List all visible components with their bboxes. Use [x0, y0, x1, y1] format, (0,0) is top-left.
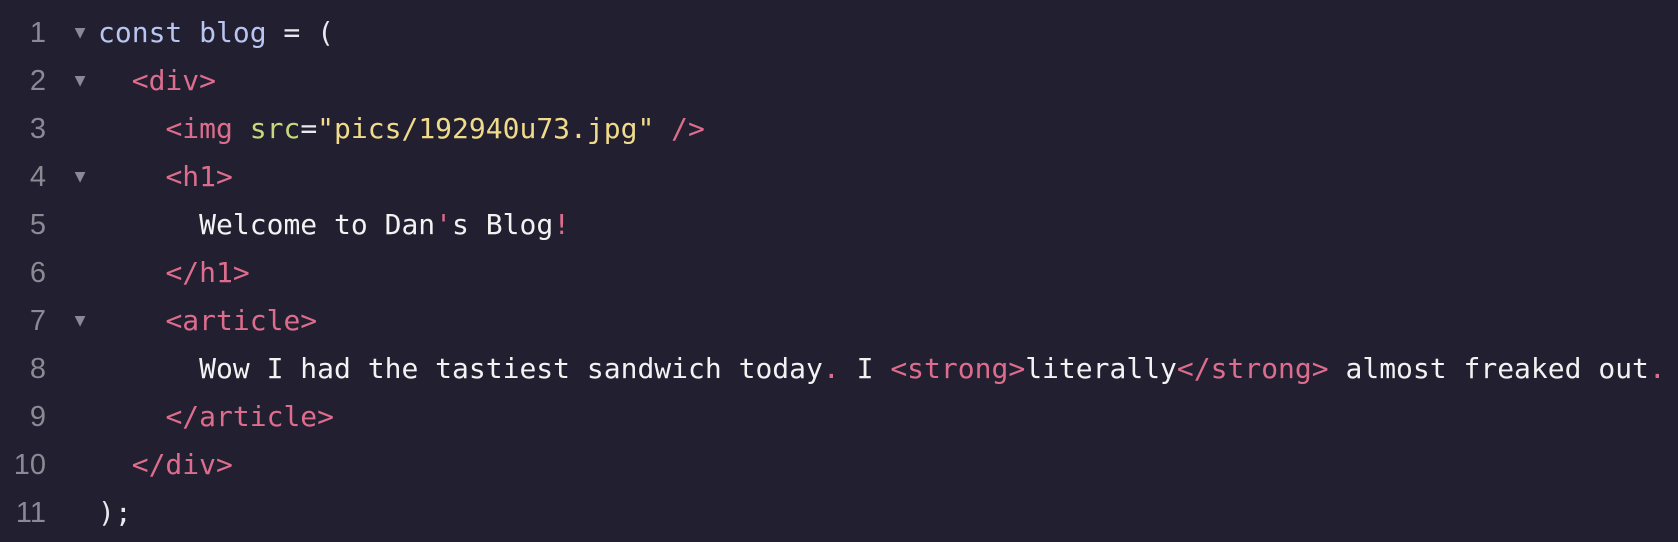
- code-content: Wow I had the tastiest sandwich today. I…: [98, 345, 1666, 393]
- code-token: Wow I had the tastiest sandwich today: [199, 352, 823, 385]
- fold-triangle-down-icon[interactable]: ▼: [72, 9, 88, 57]
- code-token: .: [1648, 352, 1666, 385]
- code-content: Welcome to Dan's Blog!: [98, 201, 570, 249]
- code-line[interactable]: 10 </div>: [0, 441, 1678, 489]
- code-token: <article>: [165, 304, 318, 337]
- line-number: 3: [29, 113, 46, 145]
- code-line[interactable]: 6 </h1>: [0, 249, 1678, 297]
- code-line[interactable]: 11);: [0, 489, 1678, 537]
- line-number: 4: [29, 161, 46, 193]
- code-line[interactable]: 7 ▼ <article>: [0, 297, 1678, 345]
- code-content: <img src="pics/192940u73.jpg" />: [98, 105, 705, 153]
- line-number: 2: [29, 65, 46, 97]
- line-number: 1: [29, 17, 46, 49]
- code-token: .: [822, 352, 840, 385]
- code-content: </article>: [98, 393, 334, 441]
- code-token: <h1>: [165, 160, 233, 193]
- line-number: 8: [29, 353, 46, 385]
- fold-triangle-down-icon[interactable]: ▼: [72, 297, 88, 345]
- code-content: );: [98, 489, 132, 537]
- code-line[interactable]: 9 </article>: [0, 393, 1678, 441]
- code-token: almost freaked out: [1328, 352, 1649, 385]
- code-token: I: [839, 352, 891, 385]
- code-token: "pics/192940u73.jpg": [317, 112, 655, 145]
- fold-triangle-down-icon[interactable]: ▼: [72, 153, 88, 201]
- code-token: </article>: [165, 400, 335, 433]
- code-token: </h1>: [165, 256, 250, 289]
- code-token: s Blog: [452, 208, 554, 241]
- line-number: 7: [29, 305, 46, 337]
- line-number: 10: [13, 449, 46, 481]
- code-content: <h1>: [98, 153, 233, 201]
- code-token: </div>: [131, 448, 233, 481]
- code-token: />: [654, 112, 705, 145]
- line-number: 9: [29, 401, 46, 433]
- line-number: 11: [15, 497, 46, 529]
- code-token: <div>: [131, 64, 217, 97]
- code-token: src: [249, 112, 301, 145]
- code-content: </h1>: [98, 249, 250, 297]
- code-line[interactable]: 5 Welcome to Dan's Blog!: [0, 201, 1678, 249]
- code-token: = (: [266, 16, 335, 49]
- code-line[interactable]: 4 ▼ <h1>: [0, 153, 1678, 201]
- code-line[interactable]: 8 Wow I had the tastiest sandwich today.…: [0, 345, 1678, 393]
- code-token: </strong>: [1176, 352, 1329, 385]
- code-content: </div>: [98, 441, 233, 489]
- code-line[interactable]: 2 ▼ <div>: [0, 57, 1678, 105]
- line-number: 6: [29, 257, 46, 289]
- line-number: 5: [29, 209, 46, 241]
- fold-triangle-down-icon[interactable]: ▼: [72, 57, 88, 105]
- code-content: <article>: [98, 297, 317, 345]
- code-token: );: [98, 496, 132, 529]
- code-token: <strong>: [890, 352, 1026, 385]
- code-token: <img: [165, 112, 250, 145]
- code-token: !: [553, 208, 571, 241]
- code-token: literally: [1025, 352, 1177, 385]
- code-token: const blog: [98, 16, 267, 49]
- code-content: <div>: [98, 57, 216, 105]
- code-token: Welcome to Dan: [199, 208, 436, 241]
- code-line[interactable]: 1 ▼ const blog = (: [0, 9, 1678, 57]
- code-token: ': [435, 208, 453, 241]
- code-token: =: [300, 112, 318, 145]
- code-line[interactable]: 3 <img src="pics/192940u73.jpg" />: [0, 105, 1678, 153]
- code-editor[interactable]: 1 ▼ const blog = (2 ▼ <div> 3 <img src="pics…: [0, 0, 1678, 542]
- code-content: const blog = (: [98, 9, 334, 57]
